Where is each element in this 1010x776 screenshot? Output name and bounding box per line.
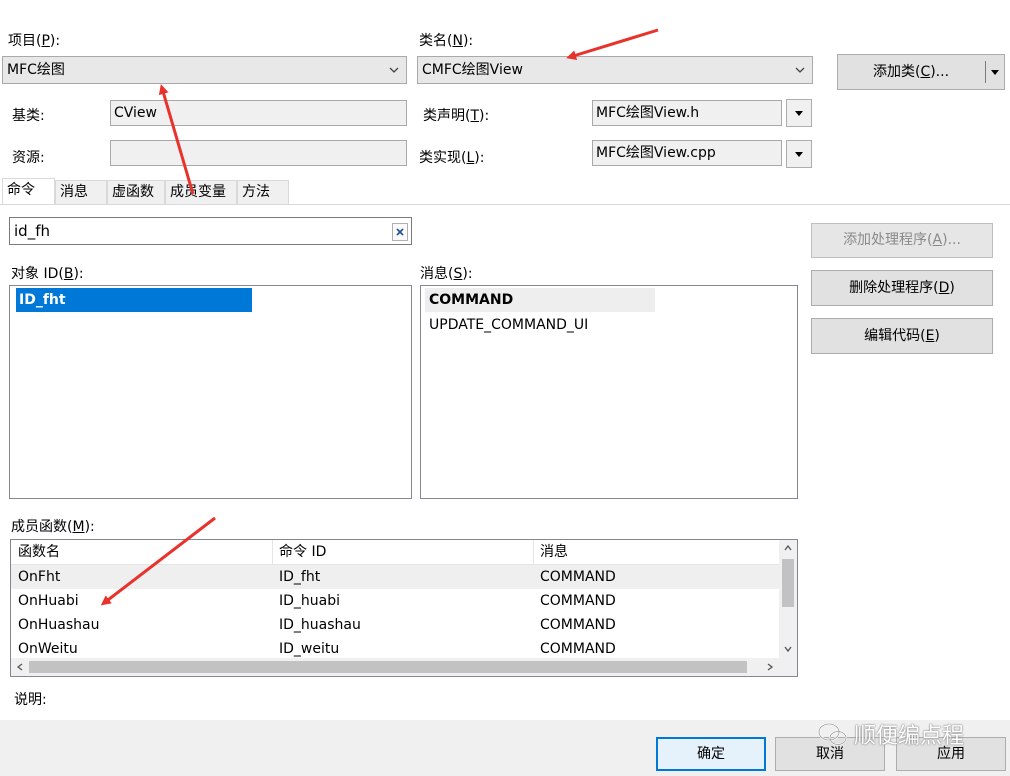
messages-list[interactable]: COMMAND UPDATE_COMMAND_UI (420, 285, 798, 499)
message-cell: COMMAND (540, 617, 616, 633)
dropdown-arrow-icon[interactable] (991, 70, 999, 75)
object-id-list[interactable]: ID_fht (9, 285, 412, 499)
list-item[interactable]: COMMAND (425, 288, 655, 312)
classname-value: CMFC绘图View (422, 62, 523, 78)
scroll-up-icon[interactable] (783, 543, 793, 553)
impl-label: 类实现(L): (419, 150, 485, 166)
scroll-left-icon[interactable] (15, 662, 25, 672)
horizontal-scrollbar[interactable] (11, 658, 779, 676)
message-cell: COMMAND (540, 593, 616, 609)
add-handler-button[interactable]: 添加处理程序(A)... (811, 223, 993, 258)
description-label: 说明: (14, 692, 47, 708)
project-label: 项目(P): (8, 33, 61, 49)
dropdown-arrow-icon (795, 111, 803, 116)
clear-search-button[interactable] (392, 223, 408, 241)
base-class-field: CView (110, 100, 407, 126)
decl-dropdown-button[interactable] (786, 99, 812, 127)
function-name-cell: OnHuashau (18, 617, 100, 633)
function-name-cell: OnWeitu (18, 641, 78, 657)
function-name-cell: OnHuabi (18, 593, 79, 609)
table-row[interactable]: OnHuabi ID_huabi COMMAND (11, 589, 779, 613)
message-cell: COMMAND (540, 641, 616, 657)
classname-label: 类名(N): (419, 33, 474, 49)
member-functions-label: 成员函数(M): (11, 519, 95, 535)
member-functions-table[interactable]: 函数名 命令 ID 消息 OnFht ID_fht COMMAND OnHuab… (10, 539, 798, 677)
decl-field[interactable]: MFC绘图View.h (592, 100, 782, 126)
scroll-corner (779, 658, 797, 676)
column-header-message[interactable]: 消息 (540, 540, 568, 564)
column-header-function[interactable]: 函数名 (18, 540, 60, 564)
object-id-label: 对象 ID(B): (11, 266, 84, 282)
table-row[interactable]: OnWeitu ID_weitu COMMAND (11, 637, 779, 657)
vertical-scrollbar[interactable] (779, 540, 797, 658)
decl-label: 类声明(T): (423, 108, 490, 124)
command-id-cell: ID_huabi (279, 593, 341, 609)
message-cell: COMMAND (540, 569, 616, 585)
table-row[interactable]: OnHuashau ID_huashau COMMAND (11, 613, 779, 637)
delete-handler-button[interactable]: 删除处理程序(D) (811, 270, 993, 306)
ok-button[interactable]: 确定 (656, 737, 766, 771)
tab-messages[interactable]: 消息 (55, 180, 107, 204)
resource-label: 资源: (12, 150, 45, 166)
search-value: id_fh (14, 222, 50, 240)
command-id-cell: ID_weitu (279, 641, 340, 657)
column-header-command-id[interactable]: 命令 ID (279, 540, 326, 564)
tab-virtual-functions[interactable]: 虚函数 (107, 180, 165, 204)
tab-member-variables[interactable]: 成员变量 (165, 180, 237, 204)
command-id-cell: ID_fht (279, 569, 321, 585)
search-input[interactable]: id_fh (9, 217, 412, 245)
list-item[interactable]: UPDATE_COMMAND_UI (425, 313, 588, 337)
classname-combo[interactable]: CMFC绘图View (417, 56, 813, 84)
table-row[interactable]: OnFht ID_fht COMMAND (11, 565, 779, 589)
add-class-label: 添加类(C)... (872, 64, 950, 80)
base-class-label: 基类: (12, 108, 45, 124)
table-header: 函数名 命令 ID 消息 (11, 540, 779, 565)
dropdown-arrow-icon (795, 152, 803, 157)
tab-methods[interactable]: 方法 (237, 180, 289, 204)
command-id-cell: ID_huashau (279, 617, 361, 633)
column-divider[interactable] (272, 540, 273, 564)
column-divider[interactable] (533, 540, 534, 564)
add-class-button[interactable]: 添加类(C)... (837, 54, 1005, 90)
chevron-down-icon (795, 67, 805, 73)
function-name-cell: OnFht (18, 569, 61, 585)
project-value: MFC绘图 (7, 62, 65, 78)
tab-commands[interactable]: 命令 (2, 178, 55, 204)
tab-strip-border (0, 204, 1010, 205)
scroll-right-icon[interactable] (765, 662, 775, 672)
list-item[interactable]: ID_fht (16, 288, 252, 312)
chevron-down-icon (389, 67, 399, 73)
scroll-down-icon[interactable] (783, 644, 793, 654)
impl-dropdown-button[interactable] (786, 140, 812, 168)
split-divider (985, 61, 986, 83)
edit-code-button[interactable]: 编辑代码(E) (811, 318, 993, 354)
scroll-thumb[interactable] (782, 559, 794, 607)
project-combo[interactable]: MFC绘图 (2, 56, 407, 84)
scroll-thumb[interactable] (29, 661, 747, 673)
close-icon (396, 228, 404, 236)
impl-field[interactable]: MFC绘图View.cpp (592, 140, 782, 166)
resource-field (110, 140, 407, 166)
messages-label: 消息(S): (420, 266, 473, 282)
arrow-to-classname (566, 28, 659, 61)
watermark-text: 顺便编点程 (854, 724, 965, 749)
wechat-icon (818, 723, 847, 746)
